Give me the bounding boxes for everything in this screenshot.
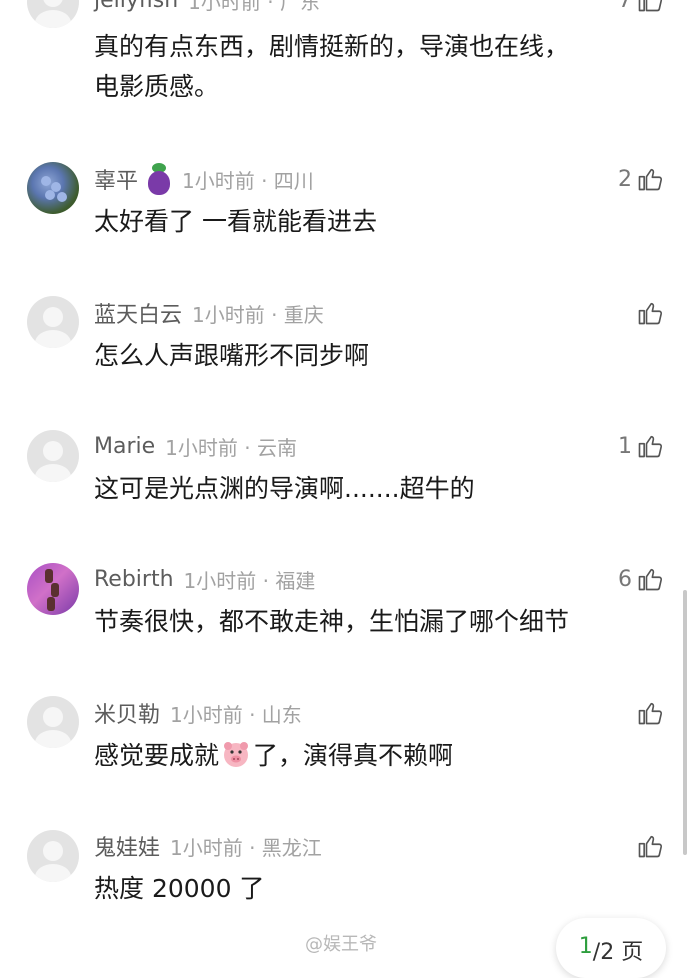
comment-username[interactable]: 鬼娃娃 <box>94 830 160 862</box>
comment-time-location: 1小时前 · 广东 <box>188 0 320 14</box>
thumbs-up-icon <box>638 302 663 325</box>
user-avatar[interactable] <box>27 296 79 348</box>
like-button[interactable]: 6 <box>618 563 664 595</box>
current-page: 1 <box>578 934 593 959</box>
like-button[interactable] <box>636 697 664 729</box>
like-button[interactable]: 1 <box>618 430 664 462</box>
user-avatar[interactable] <box>27 0 79 28</box>
like-button[interactable] <box>636 297 664 329</box>
pig-emoji-icon <box>224 742 249 767</box>
comment-time-location: 1小时前 · 黑龙江 <box>170 835 322 860</box>
comment-text: 真的有点东西，剧情挺新的，导演也在线， 电影质感。 <box>94 32 570 101</box>
comment-time-location: 1小时前 · 福建 <box>183 568 316 593</box>
like-button[interactable]: 2 <box>618 163 664 195</box>
thumbs-up-icon <box>638 435 663 458</box>
user-avatar[interactable] <box>27 563 79 615</box>
like-button[interactable]: 7 <box>618 0 664 16</box>
user-avatar[interactable] <box>27 830 79 882</box>
comment-time-location: 1小时前 · 重庆 <box>192 302 324 327</box>
comment-username[interactable]: jellyfish <box>94 0 178 13</box>
comment-text: 热度 20000 了 <box>94 874 265 903</box>
comment-username[interactable]: 米贝勒 <box>94 697 160 729</box>
comment-username[interactable]: 蓝天白云 <box>94 297 182 329</box>
like-count: 6 <box>618 566 632 592</box>
user-avatar[interactable] <box>27 696 79 748</box>
watermark-text: @娱王爷 <box>305 934 377 955</box>
comment-username[interactable]: Rebirth <box>94 567 174 592</box>
thumbs-up-icon <box>638 835 663 858</box>
comment-text: 感觉要成就 了，演得真不赖啊 <box>94 741 454 770</box>
thumbs-up-icon <box>638 168 663 191</box>
like-count: 1 <box>618 433 632 459</box>
total-pages: /2 页 <box>592 940 644 965</box>
thumbs-up-icon <box>638 702 663 725</box>
page-indicator[interactable]: 1/2 页 <box>556 918 666 978</box>
user-avatar[interactable] <box>27 430 79 482</box>
comment-text: 太好看了 一看就能看进去 <box>94 207 377 236</box>
comment-text: 怎么人声跟嘴形不同步啊 <box>94 341 370 370</box>
comment-text: 这可是光点渊的导演啊.......超牛的 <box>94 474 475 503</box>
scrollbar[interactable] <box>683 590 687 855</box>
thumbs-up-icon <box>638 0 663 12</box>
comment-text: 节奏很快，都不敢走神，生怕漏了哪个细节 <box>94 607 570 636</box>
comment-username[interactable]: 辜平 <box>94 163 138 195</box>
thumbs-up-icon <box>638 568 663 591</box>
user-avatar[interactable] <box>27 162 79 214</box>
comment-time-location: 1小时前 · 云南 <box>165 435 297 460</box>
comment-time-location: 1小时前 · 四川 <box>182 168 314 193</box>
like-count: 2 <box>618 166 632 192</box>
comment-time-location: 1小时前 · 山东 <box>170 702 302 727</box>
comment-username[interactable]: Marie <box>94 434 155 459</box>
eggplant-badge-icon <box>146 163 172 195</box>
like-count: 7 <box>618 0 632 13</box>
like-button[interactable] <box>636 830 664 862</box>
